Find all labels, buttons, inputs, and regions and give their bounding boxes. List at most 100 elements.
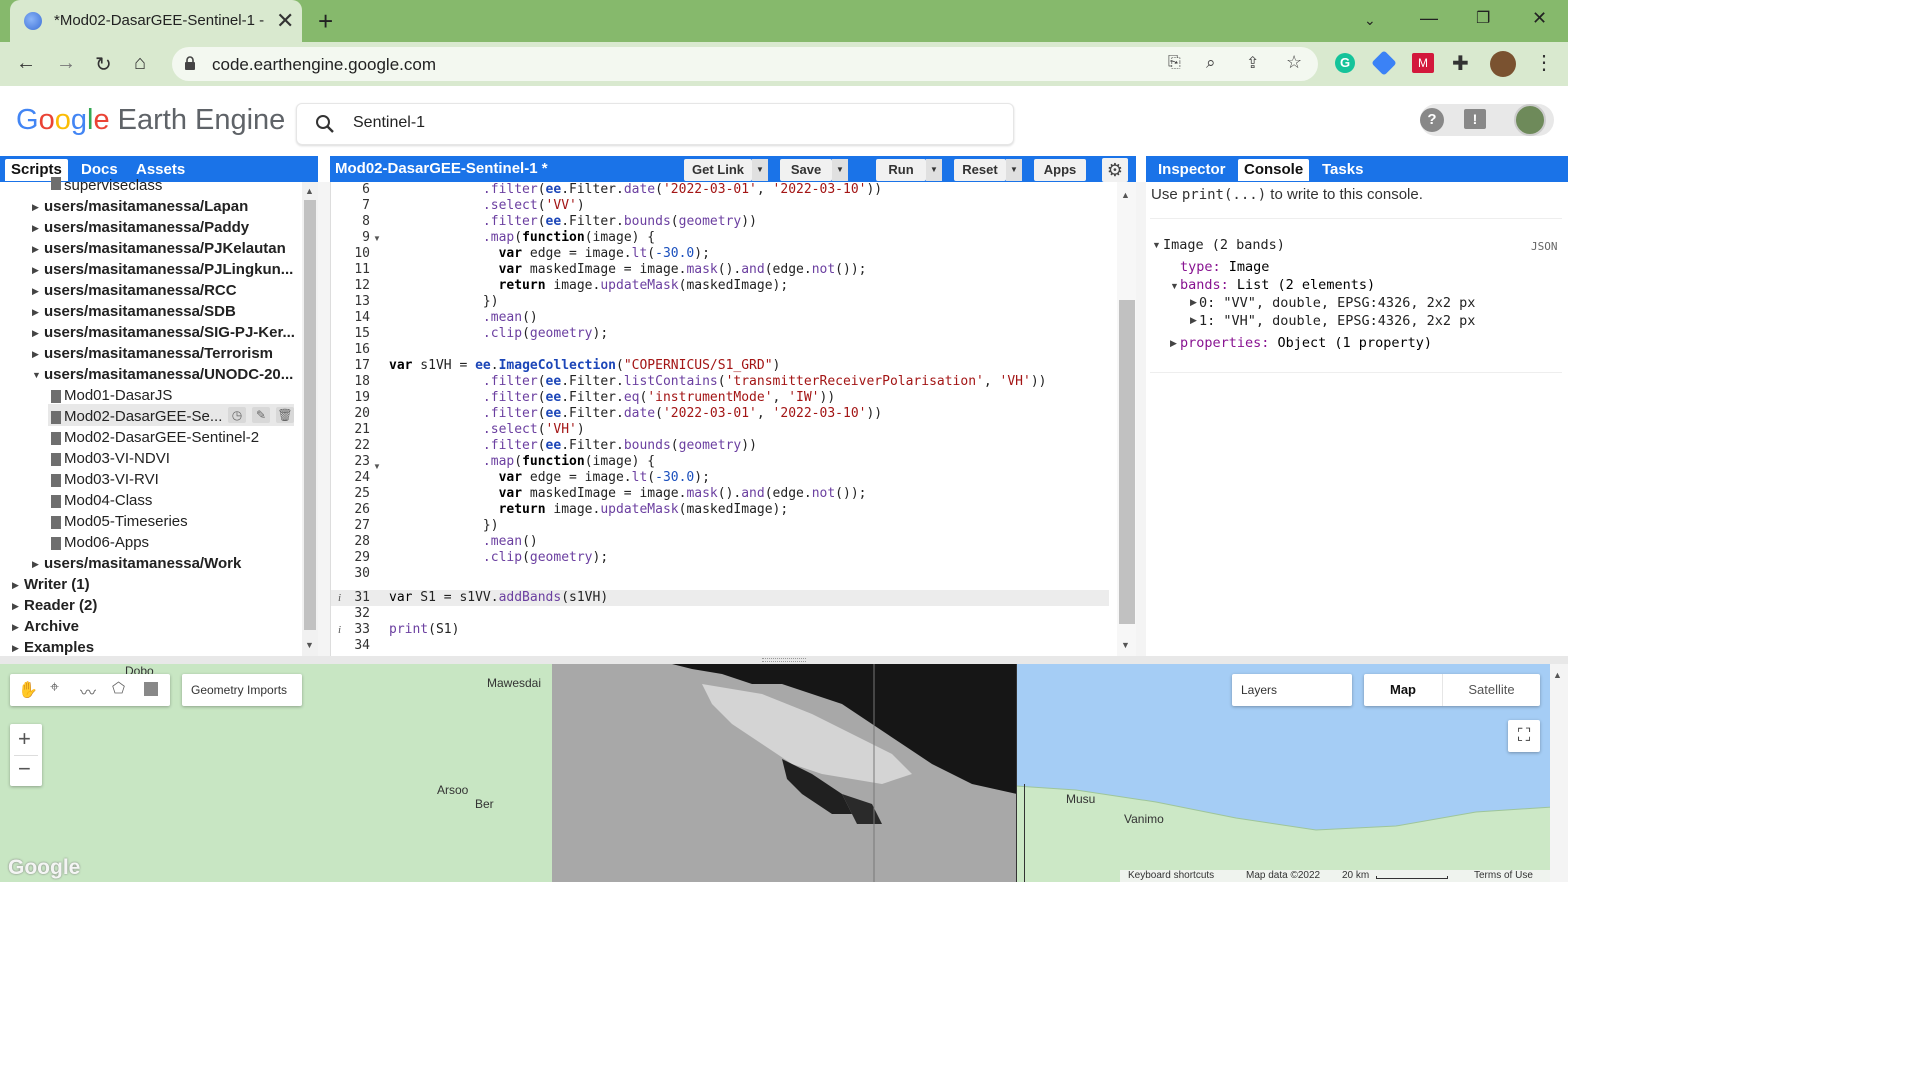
tab-console[interactable]: Console <box>1238 159 1310 181</box>
grammarly-icon[interactable]: G <box>1335 53 1355 73</box>
feedback-icon[interactable]: ! <box>1464 109 1486 129</box>
address-bar[interactable]: code.earthengine.google.com ⎘ ⌕ ⇪ ☆ <box>172 47 1318 81</box>
browser-menu-icon[interactable]: ⋮ <box>1534 50 1554 75</box>
expand-arrow-icon[interactable]: ▶ <box>32 349 39 360</box>
user-avatar[interactable] <box>1514 104 1546 136</box>
get-link-dropdown-icon[interactable]: ▼ <box>752 159 768 181</box>
code-line-24[interactable]: var edge = image.lt(-30.0); <box>389 470 710 486</box>
reset-dropdown-icon[interactable]: ▼ <box>1006 159 1022 181</box>
help-icon[interactable]: ? <box>1420 108 1444 132</box>
code-line-14[interactable]: .mean() <box>389 310 538 326</box>
terms-link[interactable]: Terms of Use <box>1474 870 1533 881</box>
code-line-19[interactable]: .filter(ee.Filter.eq('instrumentMode', '… <box>389 390 835 406</box>
earth-engine-logo[interactable]: Google Earth Engine <box>16 104 285 137</box>
zoom-in-button[interactable]: + <box>18 726 31 752</box>
code-line-9[interactable]: .map(function(image) { <box>389 230 655 246</box>
right-splitter[interactable] <box>1136 182 1146 656</box>
map-splitter[interactable] <box>0 656 1568 664</box>
extensions-puzzle-icon[interactable]: ✚ <box>1452 51 1469 76</box>
repo-item[interactable]: users/masitamanessa/RCC <box>44 281 237 301</box>
script-item[interactable]: Mod01-DasarJS <box>64 386 172 406</box>
expand-arrow-icon[interactable]: ▶ <box>32 307 39 318</box>
expand-arrow-icon[interactable]: ▶ <box>32 244 39 255</box>
profile-avatar[interactable] <box>1490 51 1516 77</box>
script-item[interactable]: superviseclass <box>64 176 162 196</box>
expand-arrow-icon[interactable]: ▼ <box>1170 281 1179 291</box>
restore-icon[interactable]: ❐ <box>1476 8 1490 28</box>
script-item[interactable]: Mod06-Apps <box>64 533 149 553</box>
history-icon[interactable]: ◷ <box>228 407 246 423</box>
bookmark-star-icon[interactable]: ☆ <box>1286 52 1302 73</box>
tree-root-item[interactable]: Reader (2) <box>24 596 97 616</box>
code-line-27[interactable]: }) <box>389 518 499 534</box>
code-line-11[interactable]: var maskedImage = image.mask().and(edge.… <box>389 262 867 278</box>
marker-icon[interactable]: ⌖ <box>50 679 59 697</box>
code-line-7[interactable]: .select('VV') <box>389 198 585 214</box>
code-line-6[interactable]: .filter(ee.Filter.date('2022-03-01', '20… <box>389 182 882 198</box>
scroll-up-icon[interactable]: ▲ <box>305 186 314 196</box>
info-hint-icon[interactable]: i <box>338 592 341 604</box>
fullscreen-icon[interactable]: ⛶ <box>1508 720 1540 752</box>
forward-icon[interactable]: → <box>56 52 76 75</box>
fold-arrow-icon[interactable]: ▼ <box>373 234 381 243</box>
back-icon[interactable]: ← <box>16 52 36 75</box>
code-line-21[interactable]: .select('VH') <box>389 422 585 438</box>
reload-icon[interactable]: ↻ <box>95 52 112 77</box>
expand-arrow-icon[interactable]: ▶ <box>12 580 19 591</box>
expand-arrow-icon[interactable]: ▶ <box>32 559 39 570</box>
tree-root-item[interactable]: Examples <box>24 638 94 658</box>
expand-arrow-icon[interactable]: ▶ <box>32 223 39 234</box>
search-box[interactable] <box>296 103 1014 145</box>
get-link-button[interactable]: Get Link <box>684 159 752 181</box>
reset-button[interactable]: Reset <box>954 159 1006 181</box>
line-icon[interactable]: 〰 <box>80 679 96 703</box>
tab-inspector[interactable]: Inspector <box>1152 159 1232 181</box>
expand-arrow-icon[interactable]: ▶ <box>1190 297 1197 308</box>
script-item[interactable]: Mod02-DasarGEE-Se... <box>64 407 222 427</box>
polygon-icon[interactable]: ⬠ <box>112 679 125 697</box>
script-item[interactable]: Mod02-DasarGEE-Sentinel-2 <box>64 428 259 448</box>
code-line-17[interactable]: var s1VH = ee.ImageCollection("COPERNICU… <box>389 358 780 374</box>
repo-item[interactable]: users/masitamanessa/Paddy <box>44 218 249 238</box>
script-item[interactable]: Mod05-Timeseries <box>64 512 188 532</box>
share-icon[interactable]: ⇪ <box>1246 53 1259 73</box>
rename-pencil-icon[interactable]: ✎ <box>252 407 270 423</box>
settings-gear-icon[interactable]: ⚙ <box>1102 158 1128 182</box>
code-line-13[interactable]: }) <box>389 294 499 310</box>
tab-search-icon[interactable]: ⌄ <box>1364 12 1376 29</box>
layers-button[interactable]: Layers <box>1232 674 1352 706</box>
info-hint-icon[interactable]: i <box>338 624 341 636</box>
code-line-10[interactable]: var edge = image.lt(-30.0); <box>389 246 710 262</box>
translate-icon[interactable]: ⎘ <box>1168 54 1181 72</box>
expand-arrow-icon[interactable]: ▶ <box>1190 315 1197 326</box>
console-band-1[interactable]: 1: "VH", double, EPSG:4326, 2x2 px <box>1199 312 1475 330</box>
map-type-satellite-button[interactable]: Satellite <box>1443 674 1540 706</box>
code-line-15[interactable]: .clip(geometry); <box>389 326 608 342</box>
search-input[interactable] <box>353 114 953 132</box>
close-window-icon[interactable]: ✕ <box>1532 8 1547 29</box>
tree-root-item[interactable]: Archive <box>24 617 79 637</box>
repo-item[interactable]: users/masitamanessa/Lapan <box>44 197 248 217</box>
save-dropdown-icon[interactable]: ▼ <box>832 159 848 181</box>
run-button[interactable]: Run <box>876 159 926 181</box>
expand-arrow-icon[interactable]: ▶ <box>12 622 19 633</box>
expand-arrow-icon[interactable]: ▼ <box>1152 240 1161 250</box>
script-item[interactable]: Mod03-VI-RVI <box>64 470 159 490</box>
save-button[interactable]: Save <box>780 159 832 181</box>
script-item[interactable]: Mod03-VI-NDVI <box>64 449 170 469</box>
repo-item[interactable]: users/masitamanessa/PJKelautan <box>44 239 286 259</box>
scroll-down-icon[interactable]: ▼ <box>1121 640 1130 650</box>
scroll-up-icon[interactable]: ▲ <box>1121 190 1130 200</box>
repo-item[interactable]: users/masitamanessa/UNODC-20... <box>44 365 293 385</box>
keyboard-shortcuts-link[interactable]: Keyboard shortcuts <box>1128 870 1214 881</box>
repo-item[interactable]: users/masitamanessa/SDB <box>44 302 236 322</box>
expand-arrow-icon[interactable]: ▶ <box>32 286 39 297</box>
pan-hand-icon[interactable]: ✋ <box>18 680 38 700</box>
code-line-31[interactable]: var S1 = s1VV.addBands(s1VH) <box>389 590 608 606</box>
code-line-26[interactable]: return image.updateMask(maskedImage); <box>389 502 789 518</box>
rectangle-icon[interactable] <box>144 682 158 696</box>
zoom-icon[interactable]: ⌕ <box>1206 53 1216 73</box>
code-line-12[interactable]: return image.updateMask(maskedImage); <box>389 278 789 294</box>
expand-arrow-icon[interactable]: ▶ <box>12 643 19 654</box>
repo-item[interactable]: users/masitamanessa/PJLingkun... <box>44 260 293 280</box>
